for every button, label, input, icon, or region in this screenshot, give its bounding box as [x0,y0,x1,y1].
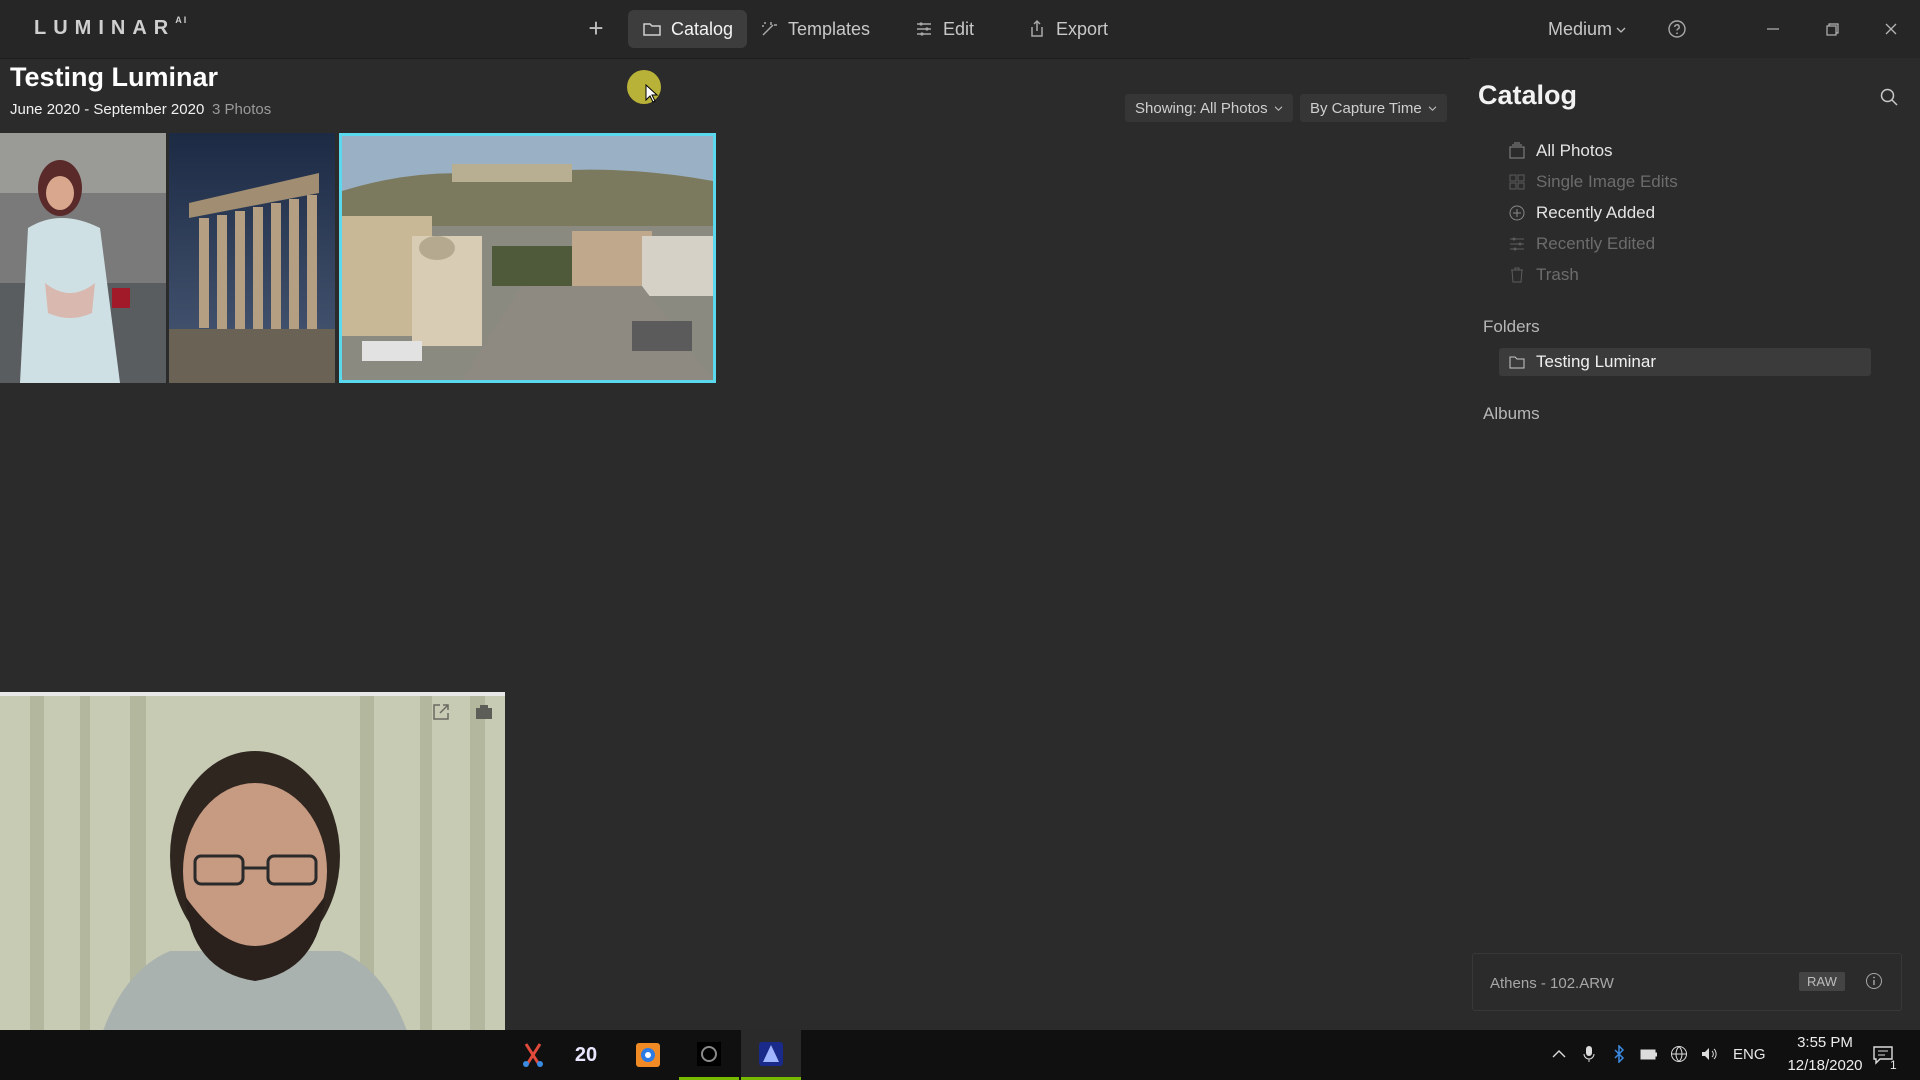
tab-export[interactable]: Export [1013,10,1122,48]
sliders-icon [1510,237,1524,251]
tab-edit[interactable]: Edit [900,10,988,48]
thumbnail-size-select[interactable]: Medium [1548,19,1626,40]
panel-title: Catalog [1478,80,1578,110]
showing-filter-dropdown[interactable]: Showing: All Photos [1125,94,1293,122]
photo-woman-image [0,133,166,383]
folder-item-label: Testing Luminar [1536,352,1657,371]
battery-icon[interactable] [1640,1045,1658,1063]
catalog-item-recently-edited[interactable]: Recently Edited [1508,231,1655,257]
catalog-item-recently-added[interactable]: Recently Added [1508,200,1655,226]
search-icon[interactable] [1879,87,1899,107]
luminar-app-icon [759,1041,783,1066]
add-photos-button[interactable]: + [583,14,609,44]
restore-icon[interactable] [1819,16,1845,42]
photos-stack-icon [1509,142,1525,159]
albums-heading[interactable]: Albums [1483,404,1540,424]
notification-count: 1 [1890,1058,1897,1072]
clock-time[interactable]: 3:55 PM [1785,1034,1865,1051]
clock-date[interactable]: 12/18/2020 [1770,1057,1880,1074]
chevron-down-icon [1274,105,1282,111]
tab-catalog[interactable]: Catalog [628,10,748,48]
thumbnail-size-value: Medium [1548,19,1613,39]
page-title: Testing Luminar [10,62,219,92]
microphone-icon[interactable] [1580,1045,1598,1063]
taskbar-app-scissors[interactable] [503,1030,563,1080]
sort-label: By Capture Time [1310,99,1422,117]
app-badge-number: 20 [574,1043,598,1066]
app-logo: LUMINARAI [34,15,189,39]
catalog-item-all-photos[interactable]: All Photos [1508,138,1613,164]
catalog-item-label: All Photos [1536,141,1613,160]
tab-templates[interactable]: Templates [745,10,884,48]
date-range: June 2020 - September 2020 [10,101,205,118]
sparkle-icon [762,22,777,36]
mouse-cursor-icon [645,84,659,103]
photo-athens-image [342,136,713,380]
tab-export-label: Export [1056,18,1109,39]
folder-item-testing-luminar[interactable]: Testing Luminar [1499,348,1871,376]
showing-filter-label: Showing: All Photos [1135,99,1268,117]
share-icon [1031,19,1043,37]
catalog-item-single-image-edits[interactable]: Single Image Edits [1508,169,1678,195]
close-icon[interactable] [1878,16,1904,42]
hide-camera-icon[interactable] [474,702,494,722]
help-icon[interactable] [1667,19,1687,39]
language-indicator[interactable]: ENG [1733,1046,1766,1063]
catalog-item-label: Recently Edited [1536,234,1656,253]
raw-badge: RAW [1799,972,1845,991]
chevron-up-icon[interactable] [1550,1045,1568,1063]
network-icon[interactable] [1670,1045,1688,1063]
volume-icon[interactable] [1700,1045,1718,1063]
photo-count: 3 Photos [212,101,272,118]
tab-templates-label: Templates [788,18,871,39]
sliders-icon [917,22,931,36]
folder-icon [1509,356,1525,369]
photo-thumbnail-selected[interactable] [339,133,716,383]
grid-icon [1509,174,1525,190]
trash-icon [1511,267,1523,283]
catalog-item-trash[interactable]: Trash [1508,262,1579,288]
sort-dropdown[interactable]: By Capture Time [1300,94,1447,122]
tab-edit-label: Edit [943,18,975,39]
image-filename: Athens - 102.ARW [1490,975,1614,992]
camera-app-icon [697,1041,721,1066]
tab-catalog-label: Catalog [671,18,734,39]
taskbar-app-luminar[interactable] [741,1030,801,1080]
taskbar-app-badge[interactable]: 20 [556,1030,616,1080]
snipping-tool-icon [523,1043,543,1067]
catalog-item-label: Single Image Edits [1536,172,1678,191]
add-circle-icon [1509,205,1525,221]
webcam-overlay [0,692,505,1079]
chevron-down-icon [1616,27,1626,33]
popout-icon[interactable] [431,702,451,722]
taskbar [0,1030,1920,1080]
chevron-down-icon [1428,105,1437,111]
minimize-icon[interactable] [1760,16,1786,42]
photo-thumbnail[interactable] [169,133,335,383]
taskbar-app-paint[interactable] [618,1030,678,1080]
paint-app-icon [636,1043,660,1067]
catalog-item-label: Recently Added [1536,203,1656,222]
info-icon[interactable] [1865,972,1883,990]
folders-heading: Folders [1483,317,1540,336]
folder-icon [643,23,661,36]
photo-temple-image [169,133,335,383]
photo-thumbnail[interactable] [0,133,166,383]
catalog-item-label: Trash [1536,265,1579,284]
taskbar-app-camera[interactable] [679,1030,739,1080]
webcam-feed-image [0,696,505,1079]
bluetooth-icon[interactable] [1610,1045,1628,1063]
